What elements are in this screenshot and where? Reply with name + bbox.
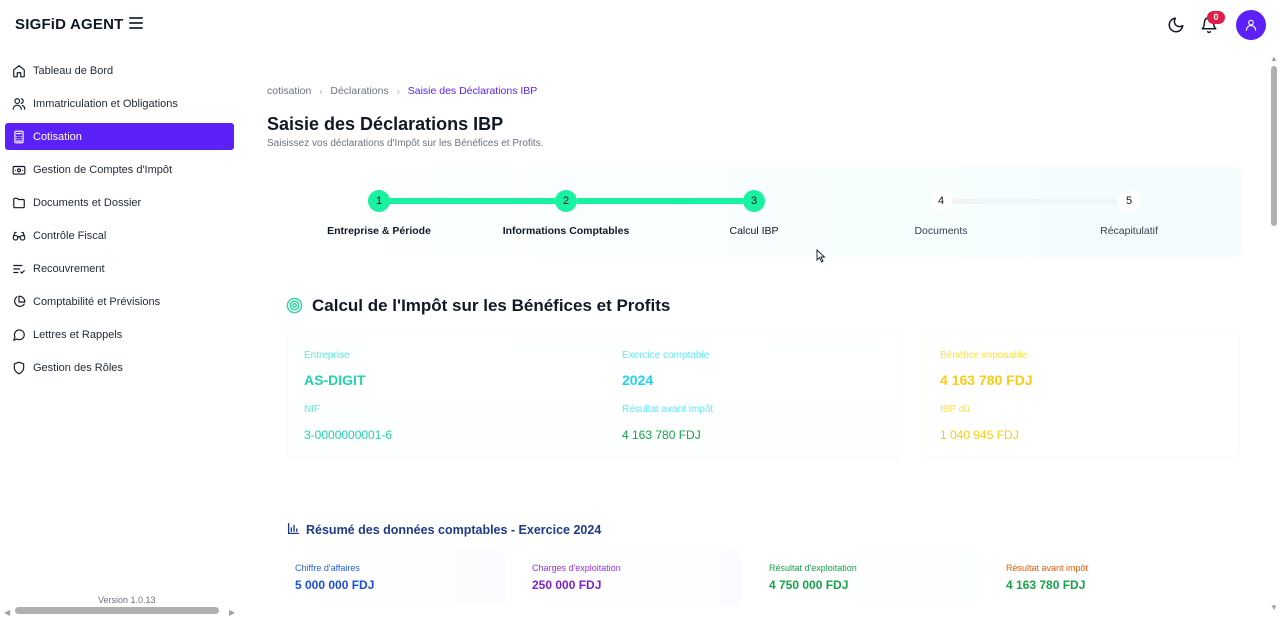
summary-label: Résultat avant impôt — [1006, 563, 1089, 573]
vertical-scrollbar[interactable]: ▲ ▼ — [1268, 50, 1280, 618]
summary-label: Chiffre d'affaires — [295, 563, 360, 573]
home-icon — [13, 64, 25, 77]
summary-value: 5 000 000 FDJ — [295, 578, 375, 592]
user-avatar[interactable] — [1236, 10, 1266, 40]
summary-value: 250 000 FDJ — [532, 578, 602, 592]
breadcrumb: cotisation › Déclarations › Saisie des D… — [267, 85, 537, 97]
scroll-down-icon[interactable]: ▼ — [1270, 603, 1278, 612]
notification-badge: 0 — [1207, 11, 1225, 24]
sidebar-item-label: Gestion de Comptes d'Impôt — [33, 163, 173, 176]
step-connector — [951, 199, 1117, 204]
step-2-label: Informations Comptables — [502, 225, 630, 237]
users-icon — [12, 97, 26, 110]
page-subtitle: Saisissez vos déclarations d'Impôt sur l… — [267, 138, 544, 149]
sidebar-item-label: Recouvrement — [33, 262, 105, 275]
user-icon — [1245, 19, 1257, 31]
sidebar-item-immatriculation[interactable]: Immatriculation et Obligations — [5, 90, 234, 117]
scrollbar-thumb[interactable] — [1271, 66, 1277, 226]
resultat-value: 4 163 780 FDJ — [622, 428, 701, 442]
step-connector — [577, 198, 743, 204]
step-2-circle[interactable]: 2 — [555, 190, 577, 212]
mouse-cursor-icon — [816, 249, 826, 263]
scroll-left-icon[interactable]: ◀ — [4, 608, 10, 617]
sidebar-item-documents[interactable]: Documents et Dossier — [5, 189, 234, 216]
target-icon — [286, 297, 303, 314]
sidebar-item-roles[interactable]: Gestion des Rôles — [5, 354, 234, 381]
step-5-circle[interactable]: 5 — [1118, 190, 1140, 212]
brand-title: SIGFiD AGENT — [15, 16, 124, 33]
step-connector — [389, 198, 555, 204]
ibp-value: 1 040 945 FDJ — [940, 428, 1019, 442]
summary-label: Résultat d'exploitation — [769, 563, 857, 573]
shield-icon — [13, 361, 25, 374]
breadcrumb-item-current: Saisie des Déclarations IBP — [407, 85, 538, 97]
moon-icon[interactable] — [1167, 16, 1185, 34]
scrollbar-thumb[interactable] — [15, 607, 219, 614]
message-icon — [13, 328, 25, 341]
nif-value: 3-0000000001-6 — [304, 428, 393, 442]
sidebar-item-label: Comptabilité et Prévisions — [33, 295, 161, 308]
step-3-label: Calcul IBP — [729, 225, 779, 237]
scroll-up-icon[interactable]: ▲ — [1270, 54, 1278, 63]
stepper — [267, 167, 1241, 257]
sidebar-item-label: Immatriculation et Obligations — [33, 97, 178, 110]
sidebar-item-tableau-de-bord[interactable]: Tableau de Bord — [5, 57, 234, 84]
calc-section-title: Calcul de l'Impôt sur les Bénéfices et P… — [312, 296, 671, 315]
exercice-label: Exercice comptable — [622, 350, 710, 361]
step-3-circle[interactable]: 3 — [743, 190, 765, 212]
ibp-label: IBP dû — [940, 404, 970, 415]
sidebar-item-label: Contrôle Fiscal — [33, 229, 107, 242]
entreprise-value: AS-DIGIT — [304, 372, 366, 388]
entreprise-label: Entreprise — [304, 350, 350, 361]
sidebar-item-cotisation[interactable]: Cotisation — [5, 123, 234, 150]
menu-toggle-icon[interactable] — [129, 17, 143, 31]
exercice-value: 2024 — [622, 372, 654, 388]
wallet-icon — [12, 165, 26, 175]
chevron-right-icon: › — [319, 86, 323, 96]
sidebar-item-label: Documents et Dossier — [33, 196, 142, 209]
summary-label: Charges d'exploitation — [532, 563, 621, 573]
sidebar: Tableau de Bord Immatriculation et Oblig… — [0, 50, 240, 618]
step-4-label: Documents — [914, 225, 968, 237]
summary-section-title: Résumé des données comptables - Exercice… — [306, 523, 602, 537]
sidebar-item-label: Lettres et Rappels — [33, 328, 123, 341]
sidebar-item-lettres[interactable]: Lettres et Rappels — [5, 321, 234, 348]
benefice-value: 4 163 780 FDJ — [940, 372, 1033, 388]
step-1-label: Entreprise & Période — [327, 225, 431, 237]
sidebar-item-label: Cotisation — [33, 130, 82, 143]
glasses-icon — [12, 231, 26, 241]
summary-value: 4 750 000 FDJ — [769, 578, 849, 592]
sidebar-item-comptabilite[interactable]: Comptabilité et Prévisions — [5, 288, 234, 315]
page-title: Saisie des Déclarations IBP — [267, 114, 504, 134]
benefice-label: Bénéfice imposable — [940, 350, 1028, 361]
bar-chart-icon — [287, 522, 300, 535]
chevron-right-icon: › — [396, 86, 400, 96]
sidebar-item-gestion-comptes[interactable]: Gestion de Comptes d'Impôt — [5, 156, 234, 183]
nif-label: NIF — [304, 404, 321, 415]
step-5-label: Récapitulatif — [1100, 225, 1158, 237]
breadcrumb-item-declarations[interactable]: Déclarations — [330, 85, 388, 97]
scroll-right-icon[interactable]: ▶ — [229, 608, 235, 617]
step-1-circle[interactable]: 1 — [368, 190, 390, 212]
horizontal-scrollbar[interactable]: ◀ ▶ — [0, 604, 240, 618]
resultat-label: Résultat avant impôt — [622, 404, 714, 415]
sidebar-item-label: Gestion des Rôles — [33, 361, 123, 374]
breadcrumb-item-cotisation[interactable]: cotisation — [267, 85, 311, 97]
top-header: SIGFiD AGENT 0 — [0, 0, 1280, 50]
sidebar-item-label: Tableau de Bord — [33, 64, 114, 77]
sidebar-item-controle-fiscal[interactable]: Contrôle Fiscal — [5, 222, 234, 249]
list-check-icon — [13, 264, 25, 274]
pie-chart-icon — [14, 295, 26, 307]
step-4-circle[interactable]: 4 — [930, 190, 952, 212]
summary-value: 4 163 780 FDJ — [1006, 578, 1086, 592]
calculator-icon — [14, 130, 24, 143]
sidebar-item-recouvrement[interactable]: Recouvrement — [5, 255, 234, 282]
folder-icon — [13, 197, 25, 208]
